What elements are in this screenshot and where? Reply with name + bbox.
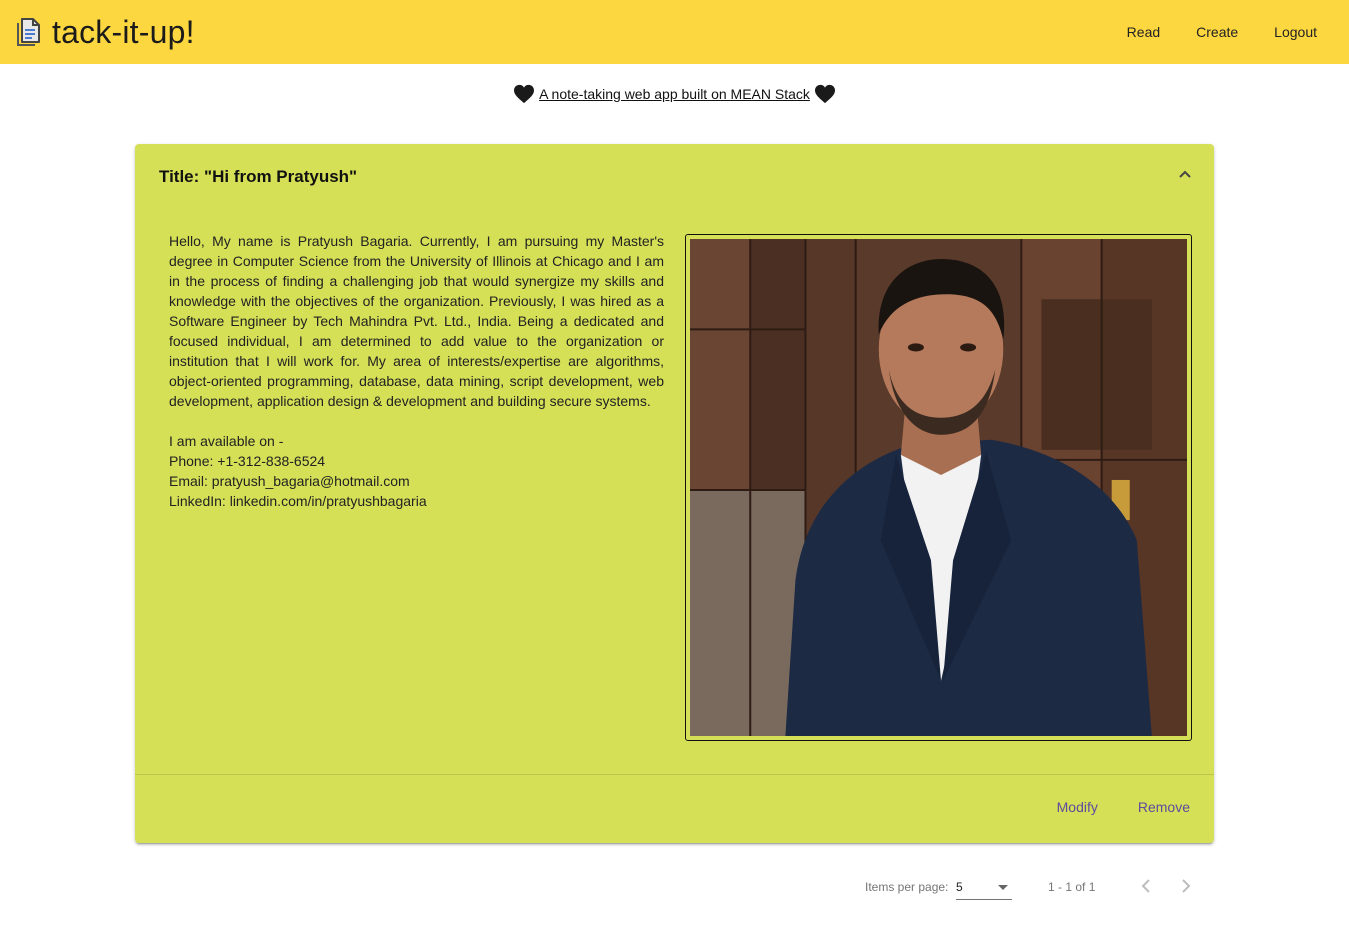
- chevron-right-icon[interactable]: [1174, 874, 1198, 898]
- create-button[interactable]: Create: [1180, 14, 1254, 50]
- logout-button[interactable]: Logout: [1258, 14, 1333, 50]
- note-document-icon: [17, 18, 40, 46]
- card-divider: [135, 774, 1214, 775]
- linkedin-text: LinkedIn: linkedin.com/in/pratyushbagari…: [169, 493, 427, 509]
- tagline-link[interactable]: A note-taking web app built on MEAN Stac…: [539, 86, 810, 102]
- top-toolbar: tack-it-up! Read Create Logout: [0, 0, 1349, 64]
- note-image-frame: [685, 234, 1192, 741]
- note-title: Title: "Hi from Pratyush": [159, 167, 358, 186]
- paginator: Items per page: 5 1 - 1 of 1: [0, 868, 1349, 906]
- arrow-drop-down-icon: [998, 885, 1008, 890]
- phone-text: Phone: +1-312-838-6524: [169, 453, 326, 469]
- remove-button[interactable]: Remove: [1122, 789, 1206, 825]
- app-title: tack-it-up!: [52, 13, 195, 50]
- chevron-up-icon[interactable]: [1176, 166, 1194, 184]
- page-size-select[interactable]: 5: [956, 876, 1012, 900]
- page-range-label: 1 - 1 of 1: [1048, 880, 1096, 894]
- note-card: Title: "Hi from Pratyush" Hello, My name…: [135, 144, 1214, 843]
- chevron-left-icon[interactable]: [1134, 874, 1158, 898]
- note-actions: Modify Remove: [1033, 789, 1206, 825]
- heart-icon: [514, 84, 535, 104]
- items-per-page-label: Items per page:: [865, 880, 949, 894]
- note-contact-block: I am available on - Phone: +1-312-838-65…: [169, 431, 664, 511]
- heart-icon: [814, 84, 835, 104]
- modify-button[interactable]: Modify: [1041, 789, 1114, 825]
- email-text: Email: pratyush_bagaria@hotmail.com: [169, 473, 410, 489]
- tagline: A note-taking web app built on MEAN Stac…: [0, 84, 1349, 104]
- profile-photo: [690, 239, 1187, 736]
- read-button[interactable]: Read: [1111, 14, 1176, 50]
- top-nav: Read Create Logout: [1107, 0, 1333, 64]
- app-brand[interactable]: tack-it-up!: [16, 14, 195, 51]
- page-size-value: 5: [956, 880, 963, 894]
- note-card-header[interactable]: Title: "Hi from Pratyush": [135, 144, 1214, 208]
- note-body: Hello, My name is Pratyush Bagaria. Curr…: [169, 233, 664, 409]
- availability-text: I am available on -: [169, 433, 284, 449]
